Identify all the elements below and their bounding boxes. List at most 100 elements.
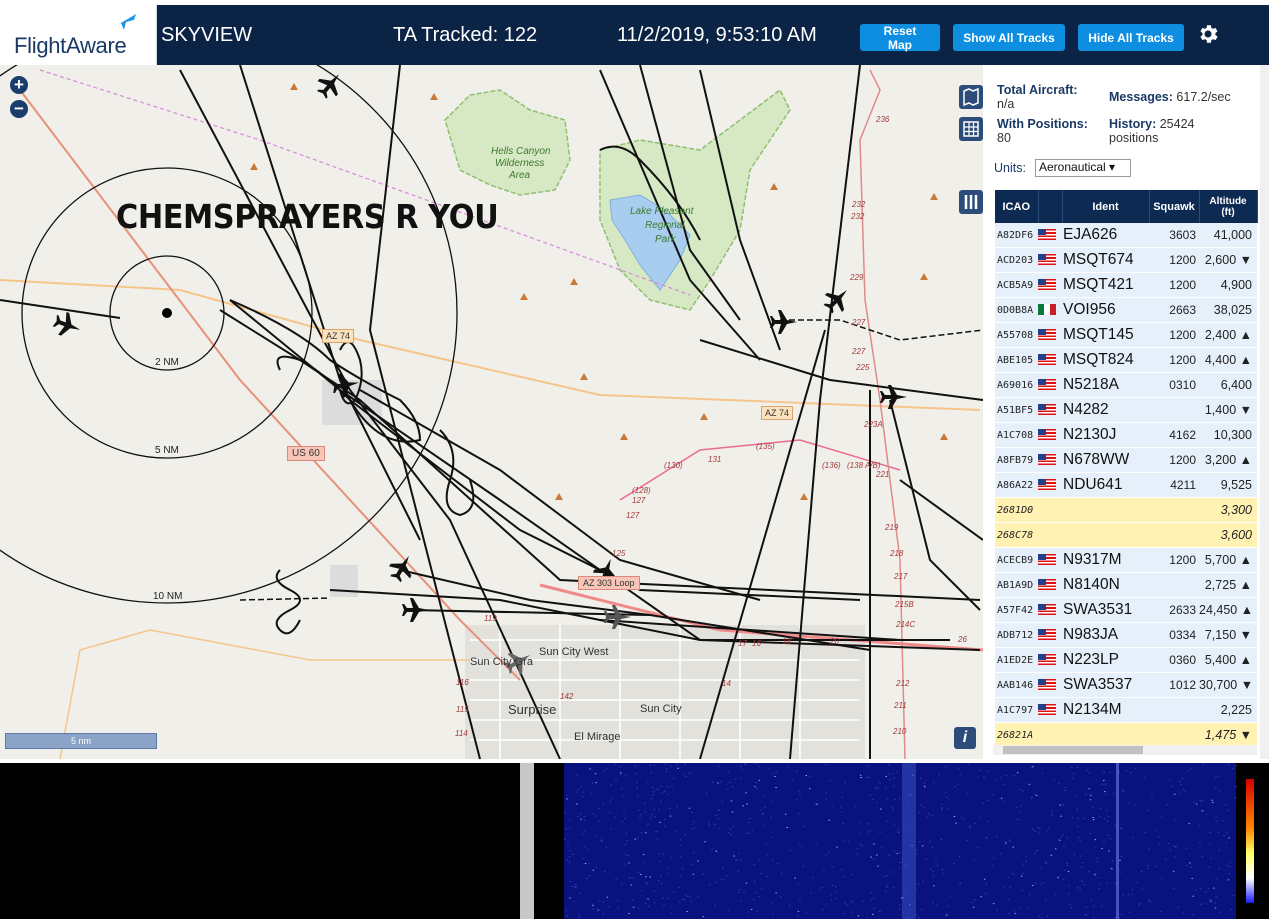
map-view[interactable]: 2 NM 5 NM 10 NM Hells Canyon Wilderness … <box>0 65 983 759</box>
squawk-cell: 1200 <box>1149 448 1199 473</box>
squawk-cell <box>1149 498 1199 523</box>
range-label: 5 NM <box>155 445 179 456</box>
altitude-cell: 2,400 ▲ <box>1199 323 1257 348</box>
icao-cell: A8FB79 <box>995 448 1038 473</box>
icao-cell: A55708 <box>995 323 1038 348</box>
icao-cell: ACB5A9 <box>995 273 1038 298</box>
top-header: FlightAware SKYVIEW TA Tracked: 122 11/2… <box>0 5 1269 65</box>
zoom-out-button[interactable]: − <box>10 100 28 118</box>
aircraft-row[interactable]: 0D0B8AVOI956266338,025 <box>995 298 1257 323</box>
place-label: Sun City Gra <box>470 656 533 668</box>
reset-map-button[interactable]: Reset Map <box>860 24 940 51</box>
columns-icon[interactable] <box>959 190 983 214</box>
flag-cell <box>1038 673 1062 698</box>
icao-cell: ACECB9 <box>995 548 1038 573</box>
us-flag-icon <box>1038 554 1056 565</box>
aircraft-row[interactable]: ADB712N983JA03347,150 ▼ <box>995 623 1257 648</box>
aircraft-row[interactable]: A55708MSQT14512002,400 ▲ <box>995 323 1257 348</box>
aircraft-row[interactable]: A1ED2EN223LP03605,400 ▲ <box>995 648 1257 673</box>
column-header-squawk[interactable]: Squawk <box>1149 190 1199 223</box>
aircraft-row[interactable]: 2681D03,300 <box>995 498 1257 523</box>
units-label: Units: <box>994 161 1026 175</box>
map-canvas[interactable] <box>0 65 983 759</box>
exit-label: 227 <box>852 318 865 327</box>
altitude-cell: 4,900 <box>1199 273 1257 298</box>
us-flag-icon <box>1038 454 1056 465</box>
aircraft-row[interactable]: ACECB9N9317M12005,700 ▲ <box>995 548 1257 573</box>
flag-cell <box>1038 548 1062 573</box>
aircraft-row[interactable]: A8FB79N678WW12003,200 ▲ <box>995 448 1257 473</box>
aircraft-row[interactable]: A86A22NDU64142119,525 <box>995 473 1257 498</box>
aircraft-row[interactable]: A1C708N2130J416210,300 <box>995 423 1257 448</box>
hide-all-tracks-button[interactable]: Hide All Tracks <box>1078 24 1184 51</box>
messages-stat: Messages: 617.2/sec <box>1109 90 1231 104</box>
ident-cell: N2134M <box>1062 698 1149 723</box>
ident-cell: N5218A <box>1062 373 1149 398</box>
exit-label: 127 <box>626 511 639 520</box>
aircraft-row[interactable]: ABE105MSQT82412004,400 ▲ <box>995 348 1257 373</box>
icao-cell: 268C78 <box>995 523 1038 548</box>
exit-label: 211 <box>894 701 907 710</box>
map-layers-icon[interactable] <box>959 85 983 109</box>
grid-icon[interactable] <box>959 117 983 141</box>
messages-value: 617.2/sec <box>1176 90 1230 104</box>
squawk-cell <box>1149 398 1199 423</box>
exit-label: 221 <box>876 470 889 479</box>
us-flag-icon <box>1038 679 1056 690</box>
ident-cell: VOI956 <box>1062 298 1149 323</box>
us-flag-icon <box>1038 604 1056 615</box>
aircraft-row[interactable]: A51BF5N42821,400 ▼ <box>995 398 1257 423</box>
aircraft-row[interactable]: A57F42SWA3531263324,450 ▲ <box>995 598 1257 623</box>
aircraft-row[interactable]: A1C797N2134M2,225 <box>995 698 1257 723</box>
flightaware-logo[interactable]: FlightAware <box>0 5 157 65</box>
zoom-in-button[interactable]: + <box>10 76 28 94</box>
squawk-cell <box>1149 573 1199 598</box>
icao-cell: ADB712 <box>995 623 1038 648</box>
column-header-icao[interactable]: ICAO <box>995 190 1038 223</box>
aircraft-row[interactable]: 268C783,600 <box>995 523 1257 548</box>
altitude-cell: 6,400 <box>1199 373 1257 398</box>
units-select[interactable]: Aeronautical ▾ <box>1035 159 1131 177</box>
altitude-cell: 2,725 ▲ <box>1199 573 1257 598</box>
column-header-ident[interactable]: Ident <box>1062 190 1149 223</box>
exit-label: 227 <box>852 347 865 356</box>
tracked-count: TA Tracked: 122 <box>393 24 537 47</box>
aircraft-row[interactable]: A82DF6EJA626360341,000 <box>995 223 1257 248</box>
ident-cell: EJA626 <box>1062 223 1149 248</box>
icao-cell: A51BF5 <box>995 398 1038 423</box>
ident-cell: SWA3537 <box>1062 673 1149 698</box>
aircraft-row[interactable]: 26821A1,475 ▼ <box>995 723 1257 748</box>
flag-cell <box>1038 373 1062 398</box>
vertical-scrollbar[interactable] <box>1260 65 1269 759</box>
range-label: 2 NM <box>155 357 179 368</box>
horizontal-scrollbar[interactable] <box>993 745 1257 755</box>
icao-cell: A1C797 <box>995 698 1038 723</box>
ident-cell: N8140N <box>1062 573 1149 598</box>
aircraft-row[interactable]: ACB5A9MSQT42112004,900 <box>995 273 1257 298</box>
column-header-altitude[interactable]: Altitude (ft) <box>1199 190 1257 223</box>
exit-label: (138 A/B) <box>847 461 881 470</box>
panel-divider[interactable] <box>520 763 534 919</box>
history-label: History: <box>1109 117 1156 131</box>
scrollbar-thumb[interactable] <box>1003 746 1143 754</box>
exit-label: 18 <box>782 637 791 646</box>
aircraft-row[interactable]: A69016N5218A03106,400 <box>995 373 1257 398</box>
show-all-tracks-button[interactable]: Show All Tracks <box>953 24 1065 51</box>
icao-cell: A1ED2E <box>995 648 1038 673</box>
ident-cell: MSQT145 <box>1062 323 1149 348</box>
settings-gear-icon[interactable] <box>1196 22 1220 46</box>
aircraft-row[interactable]: AB1A9DN8140N2,725 ▲ <box>995 573 1257 598</box>
aircraft-row[interactable]: ACD203MSQT67412002,600 ▼ <box>995 248 1257 273</box>
exit-label: 232 <box>851 212 864 221</box>
history-value: 25424 <box>1160 117 1195 131</box>
mexico-flag-icon <box>1038 304 1056 315</box>
aircraft-row[interactable]: AAB146SWA3537101230,700 ▼ <box>995 673 1257 698</box>
exit-label: 17 <box>738 639 747 648</box>
squawk-cell: 1200 <box>1149 348 1199 373</box>
flag-cell <box>1038 623 1062 648</box>
column-header-flag[interactable] <box>1038 190 1062 223</box>
exit-label: 115 <box>456 705 469 714</box>
place-label: Park <box>655 234 676 245</box>
flag-cell <box>1038 698 1062 723</box>
info-button[interactable]: i <box>954 727 976 749</box>
